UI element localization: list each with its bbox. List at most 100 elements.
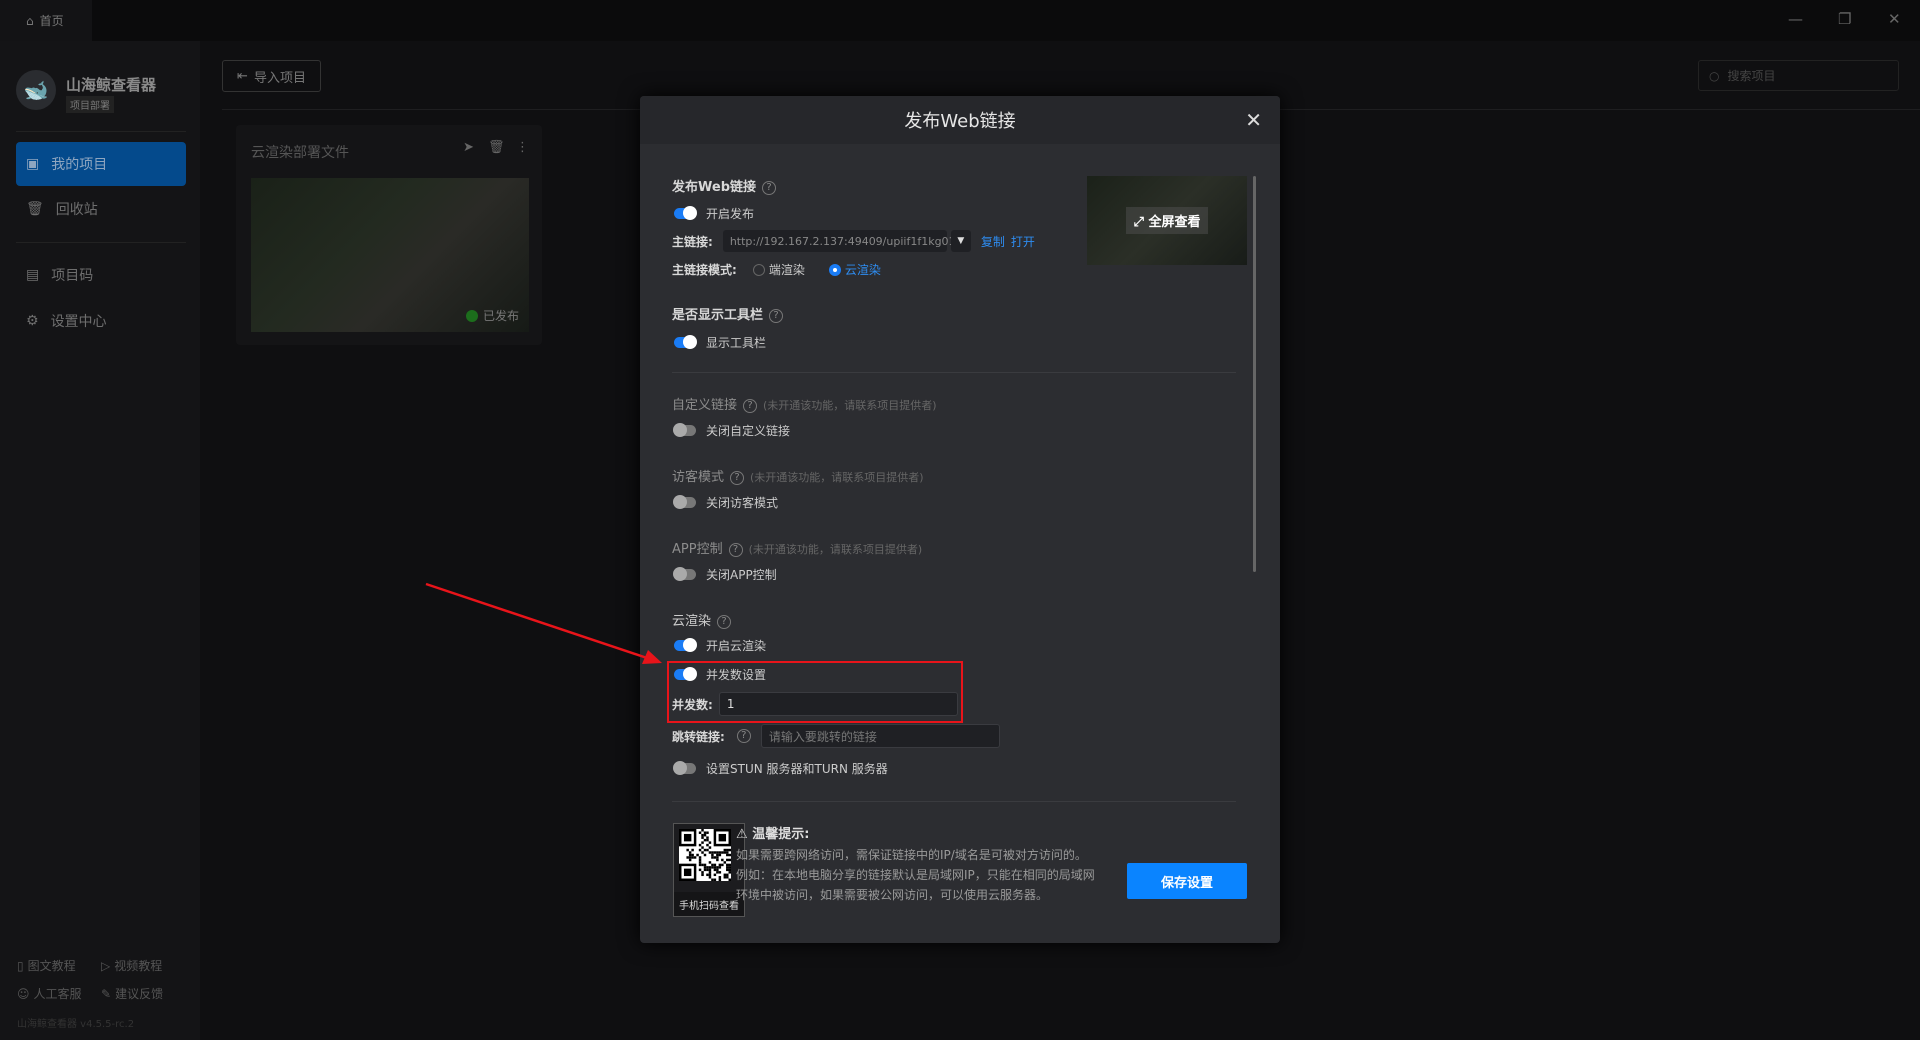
open-link[interactable]: 打开 — [1011, 233, 1035, 250]
toggle-label: 开启云渲染 — [706, 639, 767, 653]
help-icon[interactable]: ? — [730, 471, 745, 485]
app-name: 山海鲸查看器 — [66, 76, 157, 94]
tips: ⚠ 温馨提示: 如果需要跨网络访问，需保证链接中的IP/域名是可被对方访问的。 … — [736, 825, 1096, 905]
more-icon[interactable]: ⋮ — [516, 140, 529, 155]
cloud-toggle-row: 开启云渲染 — [674, 637, 766, 654]
dialog-title: 发布Web链接 — [904, 111, 1016, 132]
trash-icon: 🗑 — [26, 201, 44, 217]
alert-icon: ⚠ — [736, 827, 753, 842]
sidebar-item-project-code[interactable]: ▤ 项目码 — [16, 253, 186, 297]
window-close-button[interactable]: ✕ — [1888, 10, 1901, 28]
radio-cloud-render[interactable]: 云渲染 — [828, 261, 881, 278]
scrollbar[interactable] — [1253, 176, 1256, 572]
help-icon[interactable]: ? — [769, 309, 784, 323]
tips-title-row: ⚠ 温馨提示: — [736, 825, 1096, 845]
link-video-tutorial[interactable]: ▷ 视频教程 — [101, 957, 162, 974]
toolbar-heading: 是否显示工具栏? — [672, 304, 784, 323]
import-icon: ⇤ — [237, 68, 248, 84]
redirect-label: 跳转链接: — [672, 729, 725, 744]
toggle-label: 关闭APP控制 — [706, 568, 777, 582]
sidebar-item-my-projects[interactable]: ▣ 我的项目 — [16, 142, 186, 186]
app-badge: 项目部署 — [66, 96, 114, 113]
stun-toggle[interactable] — [673, 761, 696, 775]
version-label: 山海鲸查看器 v4.5.5-rc.2 — [17, 1019, 135, 1030]
fullscreen-label: 全屏查看 — [1148, 215, 1201, 230]
cloud-heading: 云渲染? — [672, 610, 732, 629]
qr-code — [679, 829, 731, 881]
app-control-toggle[interactable] — [673, 567, 696, 581]
sidebar-item-settings[interactable]: ⚙ 设置中心 — [16, 299, 186, 343]
link-support[interactable]: ☺ 人工客服 — [17, 985, 82, 1002]
nav-label: 我的项目 — [51, 157, 108, 173]
help-icon[interactable]: ? — [717, 615, 732, 629]
heading-text: 访客模式 — [672, 470, 725, 485]
help-icon[interactable]: ? — [728, 543, 743, 557]
heading-text: 发布Web链接 — [672, 180, 756, 195]
divider — [16, 242, 186, 243]
visitor-toggle[interactable] — [673, 495, 696, 509]
link-feedback[interactable]: ✎ 建议反馈 — [101, 985, 163, 1002]
main-link-input[interactable]: http://192.167.2.137:49409/upiif1f1kg01/ — [722, 230, 959, 252]
search-icon: ○ — [1709, 68, 1720, 83]
tips-title: 温馨提示: — [752, 827, 810, 842]
radio-selected-icon — [828, 264, 841, 276]
help-icon[interactable]: ? — [762, 181, 776, 195]
radio-label: 云渲染 — [844, 263, 881, 277]
whale-logo: 🐋 — [16, 70, 56, 110]
close-icon[interactable]: ✕ — [1245, 108, 1262, 132]
nav-label: 回收站 — [55, 202, 98, 218]
tab-home[interactable]: ⌂ 首页 — [0, 0, 92, 41]
toolbar-toggle[interactable] — [674, 335, 697, 349]
minimize-button[interactable]: — — [1788, 10, 1803, 28]
link-image-tutorial[interactable]: ▯ 图文教程 — [17, 957, 76, 974]
visitor-heading: 访客模式? (未开通该功能，请联系项目提供者) — [672, 466, 924, 485]
redirect-input[interactable]: 请输入要跳转的链接 — [760, 724, 1000, 748]
heading-text: 云渲染 — [672, 614, 712, 629]
restore-button[interactable]: ❐ — [1838, 10, 1851, 28]
visitor-toggle-row: 关闭访客模式 — [673, 494, 778, 511]
link-label: 视频教程 — [114, 959, 163, 973]
main-link-label: 主链接: — [672, 234, 713, 249]
import-label: 导入项目 — [253, 70, 306, 86]
qr-caption: 手机扫码查看 — [674, 892, 744, 916]
divider — [672, 372, 1236, 373]
link-label: 图文教程 — [27, 959, 76, 973]
document-icon: ▤ — [26, 267, 40, 283]
publish-toggle[interactable] — [674, 206, 697, 220]
link-label: 建议反馈 — [115, 987, 164, 1001]
hint-text: (未开通该功能，请联系项目提供者) — [748, 543, 923, 556]
preview-thumbnail[interactable]: ⤢ 全屏查看 — [1087, 176, 1247, 265]
save-settings-button[interactable]: 保存设置 — [1127, 863, 1247, 899]
app-control-toggle-row: 关闭APP控制 — [673, 566, 777, 583]
trash-icon[interactable]: 🗑 — [488, 140, 505, 155]
play-icon: ▷ — [101, 958, 111, 973]
hint-text: (未开通该功能，请联系项目提供者) — [750, 471, 924, 484]
chevron-down-icon[interactable]: ▼ — [950, 230, 971, 252]
book-icon: ▯ — [17, 958, 24, 973]
custom-link-toggle-row: 关闭自定义链接 — [673, 422, 790, 439]
presentation-icon: ▣ — [26, 156, 40, 172]
radio-client-render[interactable]: 端渲染 — [752, 261, 805, 278]
qr-code-box: 手机扫码查看 — [673, 823, 745, 917]
import-project-button[interactable]: ⇤ 导入项目 — [222, 60, 321, 92]
send-icon[interactable]: ➤ — [463, 140, 474, 155]
help-icon[interactable]: ? — [736, 729, 751, 743]
mode-label: 主链接模式: — [672, 263, 737, 277]
mode-row: 主链接模式: 端渲染 云渲染 — [672, 261, 881, 278]
heading-text: 是否显示工具栏 — [672, 308, 764, 323]
sidebar-item-recycle-bin[interactable]: 🗑 回收站 — [16, 187, 186, 231]
status-label: 已发布 — [482, 309, 519, 323]
project-thumbnail[interactable]: 已发布 — [251, 178, 529, 332]
copy-link[interactable]: 复制 — [981, 233, 1005, 250]
cloud-render-toggle[interactable] — [674, 638, 697, 652]
radio-label: 端渲染 — [768, 263, 805, 277]
heading-text: APP控制 — [672, 542, 723, 557]
card-title: 云渲染部署文件 — [251, 145, 349, 161]
fullscreen-button[interactable]: ⤢ 全屏查看 — [1125, 207, 1209, 234]
help-icon[interactable]: ? — [743, 399, 758, 413]
divider — [16, 131, 186, 132]
search-input[interactable]: ○ 搜索项目 — [1698, 60, 1899, 91]
nav-label: 设置中心 — [50, 314, 107, 330]
published-dot — [465, 309, 478, 322]
custom-link-toggle[interactable] — [673, 423, 696, 437]
